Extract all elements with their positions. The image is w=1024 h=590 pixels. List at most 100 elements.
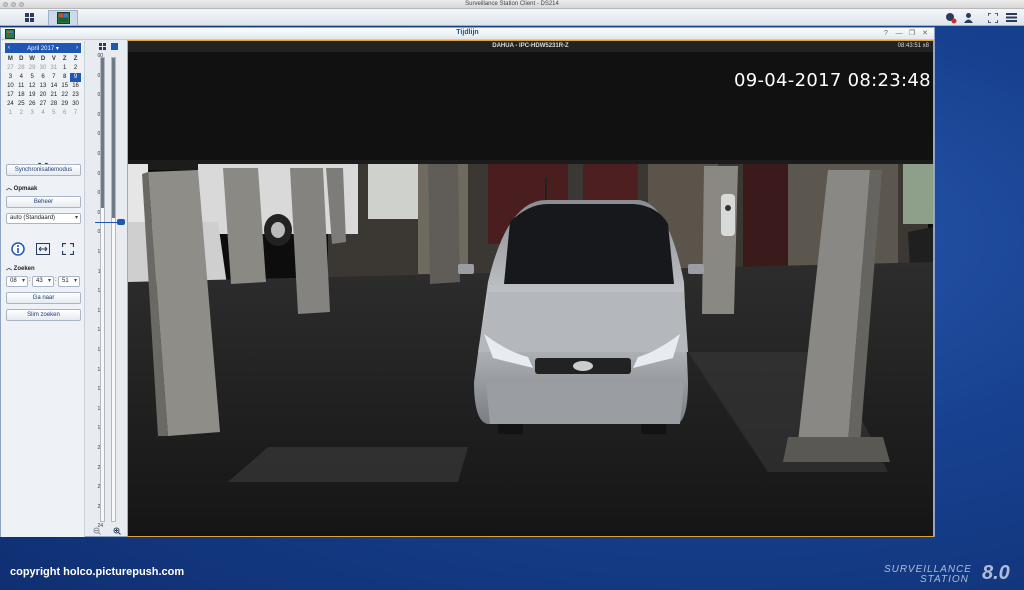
camera-feed: 09-04-2017 08:23:48 xyxy=(121,52,933,536)
calendar-day[interactable]: 17 xyxy=(5,91,16,100)
calendar-day[interactable]: 7 xyxy=(70,109,81,118)
calendar-day[interactable]: 7 xyxy=(48,73,59,82)
calendar-day[interactable]: 4 xyxy=(38,109,49,118)
calendar-day[interactable]: 1 xyxy=(59,64,70,73)
calendar-day[interactable]: 3 xyxy=(27,109,38,118)
calendar-day[interactable]: 20 xyxy=(38,91,49,100)
calendar-day[interactable]: 6 xyxy=(59,109,70,118)
weekday-header: M xyxy=(7,56,13,62)
fit-width-icon[interactable] xyxy=(35,241,51,257)
calendar-header: ‹ April 2017 ▾ › xyxy=(5,43,81,53)
next-month-icon[interactable]: › xyxy=(73,43,81,53)
video-timestamp-overlay: 09-04-2017 08:23:48 xyxy=(734,70,931,91)
calendar-day[interactable]: 8 xyxy=(59,73,70,82)
layout-section-label: Opmaak xyxy=(13,186,38,192)
calendar-day[interactable]: 13 xyxy=(38,82,49,91)
calendar-day[interactable]: 28 xyxy=(48,100,59,109)
recording-segment xyxy=(112,58,115,218)
notifications-icon[interactable] xyxy=(944,11,957,24)
layout-select[interactable]: auto (Standaard) ▾ xyxy=(6,213,81,224)
calendar-day[interactable]: 24 xyxy=(5,100,16,109)
calendar-day[interactable]: 5 xyxy=(48,109,59,118)
timeline-app-icon xyxy=(56,12,70,24)
weekday-header: Z xyxy=(73,56,78,62)
help-button[interactable]: ? xyxy=(881,29,891,39)
minute-select[interactable]: 43 ▾ xyxy=(32,276,54,287)
timeline-track-2[interactable] xyxy=(111,57,116,522)
goto-button[interactable]: Ga naar xyxy=(6,292,81,304)
grid-view-icon[interactable] xyxy=(99,43,107,51)
layout-select-value: auto (Standaard) xyxy=(10,215,56,221)
dropdown-caret-icon: ▾ xyxy=(73,278,77,284)
search-section-label: Zoeken xyxy=(13,266,35,272)
fullscreen-view-icon[interactable] xyxy=(60,241,76,257)
second-value: 51 xyxy=(62,278,69,284)
zoom-in-icon[interactable] xyxy=(113,527,121,535)
calendar-day[interactable]: 4 xyxy=(16,73,27,82)
prev-month-icon[interactable]: ‹ xyxy=(5,43,13,53)
collapse-chevron-icon: ︿ xyxy=(6,186,14,192)
parking-garage-image xyxy=(121,52,933,536)
weekday-header: D xyxy=(40,56,46,62)
calendar-day[interactable]: 31 xyxy=(48,64,59,73)
recording-segment xyxy=(101,58,104,208)
calendar-day[interactable]: 30 xyxy=(38,64,49,73)
single-view-icon[interactable] xyxy=(111,43,119,51)
calendar-day[interactable]: 30 xyxy=(70,100,81,109)
second-select[interactable]: 51 ▾ xyxy=(58,276,80,287)
calendar-day[interactable]: 16 xyxy=(70,82,81,91)
zoom-out-icon[interactable] xyxy=(93,527,101,535)
minute-value: 43 xyxy=(36,278,43,284)
search-section-header[interactable]: ︿ Zoeken xyxy=(6,263,35,272)
sync-mode-button[interactable]: Synchronisatiemodus xyxy=(6,164,81,176)
calendar-day[interactable]: 5 xyxy=(27,73,38,82)
camera-view[interactable]: DAHUA - IPC-HDW5231R-Z 08:43:51 x8 09-04… xyxy=(121,40,934,537)
window-title: Tijdlijn xyxy=(456,29,479,36)
layout-section-header[interactable]: ︿ Opmaak xyxy=(6,183,37,192)
calendar-day[interactable]: 2 xyxy=(70,64,81,73)
calendar-day[interactable]: 19 xyxy=(27,91,38,100)
hamburger-menu-icon[interactable] xyxy=(1005,11,1018,24)
calendar-day[interactable]: 23 xyxy=(70,91,81,100)
surveillance-station-logo: SURVEILLANCE STATION 8.0 xyxy=(880,562,1020,586)
fullscreen-icon[interactable] xyxy=(986,11,999,24)
window-header: Tijdlijn ? — ❐ ✕ xyxy=(1,28,934,40)
info-icon[interactable] xyxy=(10,241,26,257)
calendar-day[interactable]: 6 xyxy=(38,73,49,82)
hour-select[interactable]: 08 ▾ xyxy=(6,276,28,287)
calendar-day[interactable]: 11 xyxy=(16,82,27,91)
calendar-day[interactable]: 22 xyxy=(59,91,70,100)
calendar-day[interactable]: 29 xyxy=(27,64,38,73)
timeline-track-1[interactable] xyxy=(100,57,105,522)
calendar-day[interactable]: 26 xyxy=(27,100,38,109)
calendar-day[interactable]: 28 xyxy=(16,64,27,73)
timeline-ruler: 0001020304050607080910111213141516171819… xyxy=(89,41,127,537)
calendar-day[interactable]: 27 xyxy=(5,64,16,73)
collapse-chevron-icon: ︿ xyxy=(6,266,14,272)
calendar-day[interactable]: 2 xyxy=(16,109,27,118)
brand-line2: STATION xyxy=(920,574,969,585)
calendar-day[interactable]: 29 xyxy=(59,100,70,109)
minimize-button[interactable]: — xyxy=(894,29,904,39)
calendar-day[interactable]: 14 xyxy=(48,82,59,91)
calendar-month-label[interactable]: April 2017 ▾ xyxy=(27,45,59,52)
calendar-day[interactable]: 25 xyxy=(16,100,27,109)
close-button[interactable]: ✕ xyxy=(920,29,930,39)
timeline-app-tab[interactable] xyxy=(48,10,78,25)
calendar-day[interactable]: 9 xyxy=(70,73,81,82)
restore-button[interactable]: ❐ xyxy=(907,29,917,39)
calendar-day[interactable]: 18 xyxy=(16,91,27,100)
smart-search-button[interactable]: Slim zoeken xyxy=(6,309,81,321)
calendar-day[interactable]: 12 xyxy=(27,82,38,91)
main-menu-button[interactable] xyxy=(14,10,44,25)
manage-button[interactable]: Beheer xyxy=(6,196,81,208)
calendar-day[interactable]: 3 xyxy=(5,73,16,82)
calendar-day[interactable]: 15 xyxy=(59,82,70,91)
calendar-day[interactable]: 21 xyxy=(48,91,59,100)
calendar-day[interactable]: 10 xyxy=(5,82,16,91)
user-icon[interactable] xyxy=(962,11,975,24)
calendar-day[interactable]: 1 xyxy=(5,109,16,118)
time-separator: : xyxy=(55,277,57,283)
playhead-handle[interactable] xyxy=(117,219,125,225)
calendar-day[interactable]: 27 xyxy=(38,100,49,109)
